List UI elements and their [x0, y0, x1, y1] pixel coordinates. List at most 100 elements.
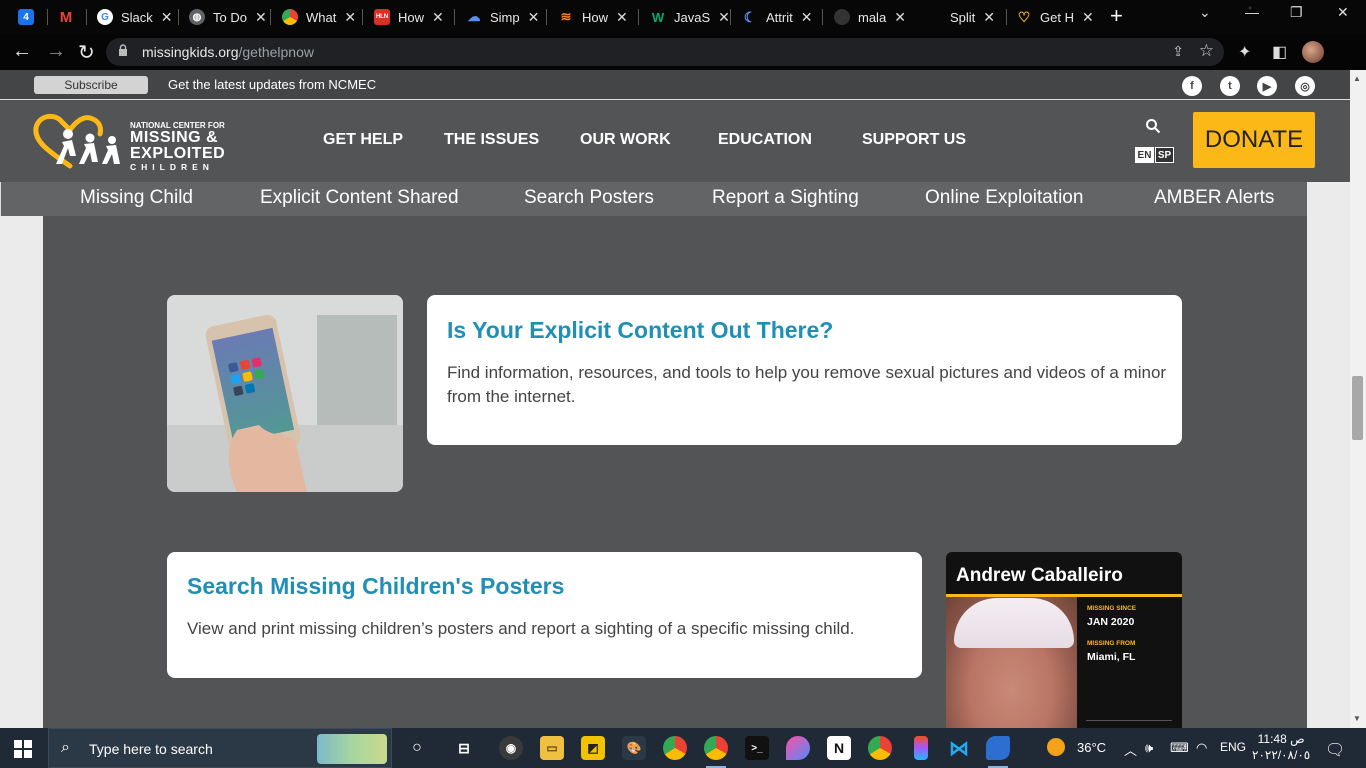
extensions-puzzle-icon[interactable]: ✦ — [1238, 42, 1251, 62]
close-tab-icon[interactable]: ✕ — [528, 9, 540, 26]
close-tab-icon[interactable]: ✕ — [255, 9, 267, 26]
facebook-icon[interactable]: f — [1182, 76, 1202, 96]
paint-icon[interactable]: 🎨 — [622, 736, 646, 760]
search-highlight-image — [317, 734, 387, 764]
tab-simp[interactable]: ☁ Simp ✕ — [466, 4, 539, 30]
language-sp-button[interactable]: SP — [1155, 147, 1174, 163]
notifications-icon[interactable]: 🗨 — [1325, 740, 1345, 760]
subnav-missing-child[interactable]: Missing Child — [80, 187, 193, 209]
address-bar[interactable]: missingkids.org/gethelpnow ⇪ ☆ — [106, 38, 1224, 66]
card-title[interactable]: Is Your Explicit Content Out There? — [447, 317, 833, 344]
tab-gmail[interactable]: M — [58, 4, 82, 30]
language-en-button[interactable]: EN — [1135, 147, 1154, 163]
explicit-content-card[interactable]: Is Your Explicit Content Out There? Find… — [427, 295, 1182, 445]
taskbar-clock[interactable]: 11:48 ص ٢٠٢٢/٠٨/٠٥ — [1252, 731, 1310, 763]
back-arrow-icon[interactable]: ← — [12, 40, 32, 63]
subnav-explicit-content[interactable]: Explicit Content Shared — [260, 187, 459, 209]
taskbar-search-box[interactable]: ⌕ Type here to search — [48, 728, 392, 768]
search-posters-card[interactable]: Search Missing Children's Posters View a… — [167, 552, 922, 678]
sticky-notes-icon[interactable]: ◩ — [581, 736, 605, 760]
close-tab-icon[interactable]: ✕ — [894, 9, 906, 26]
tab-get-help[interactable]: ♡ Get H ✕ — [1016, 4, 1094, 30]
tab-todo[interactable]: ◍ To Do ✕ — [189, 4, 267, 30]
side-panel-icon[interactable]: ◧ — [1272, 42, 1287, 62]
color-picker-icon[interactable] — [786, 736, 810, 760]
tab-what[interactable]: What ✕ — [282, 4, 356, 30]
windows-start-icon[interactable] — [14, 740, 32, 758]
tab-attrit[interactable]: ☾ Attrit ✕ — [742, 4, 812, 30]
tab-how-1[interactable]: HLN How ✕ — [374, 4, 444, 30]
scroll-down-arrow-icon[interactable]: ▼ — [1353, 714, 1361, 723]
close-tab-icon[interactable]: ✕ — [1082, 9, 1094, 26]
close-tab-icon[interactable]: ✕ — [983, 9, 995, 26]
volume-icon[interactable]: 🕪 — [1145, 740, 1153, 756]
subscribe-button[interactable]: Subscribe — [34, 76, 148, 94]
missing-child-poster[interactable]: Andrew Caballeiro MISSING SINCE JAN 2020… — [946, 552, 1182, 728]
file-explorer-icon[interactable]: ▭ — [540, 736, 564, 760]
close-tab-icon[interactable]: ✕ — [718, 9, 730, 26]
wifi-icon[interactable]: ◠ — [1196, 740, 1207, 756]
scroll-up-arrow-icon[interactable]: ▲ — [1353, 74, 1361, 83]
tab-javascript[interactable]: W JavaS ✕ — [650, 4, 730, 30]
globe-icon: ◍ — [189, 9, 205, 25]
nav-get-help[interactable]: GET HELP — [323, 131, 403, 149]
notion-icon[interactable]: N — [827, 736, 851, 760]
donate-button[interactable]: DONATE — [1193, 112, 1315, 168]
tab-calendar[interactable]: 4 — [18, 4, 42, 30]
url-text[interactable]: missingkids.org/gethelpnow — [142, 44, 314, 60]
nav-the-issues[interactable]: THE ISSUES — [444, 131, 539, 149]
ncmec-logo[interactable]: NATIONAL CENTER FOR MISSING & EXPLOITED … — [32, 112, 242, 172]
card-title[interactable]: Search Missing Children's Posters — [187, 573, 564, 600]
keyboard-icon[interactable]: ⌨ — [1170, 740, 1189, 756]
close-tab-icon[interactable]: ✕ — [801, 9, 813, 26]
show-hidden-icons-chevron-icon[interactable]: ︿ — [1124, 740, 1137, 759]
subnav-report-sighting[interactable]: Report a Sighting — [712, 187, 859, 209]
restore-button[interactable]: ❐ — [1290, 4, 1303, 21]
twitter-icon[interactable]: t — [1220, 76, 1240, 96]
media-player-icon[interactable]: ◉ — [499, 736, 523, 760]
cortana-icon[interactable]: ○ — [405, 736, 429, 760]
tab-how-2[interactable]: ≋ How ✕ — [558, 4, 628, 30]
bookmark-star-icon[interactable]: ☆ — [1199, 41, 1214, 61]
tab-split[interactable]: Split ✕ — [926, 4, 995, 30]
temperature-text[interactable]: 36°C — [1077, 740, 1106, 755]
new-tab-button[interactable]: + — [1110, 3, 1123, 29]
task-view-icon[interactable]: ⊟ — [452, 736, 476, 760]
subnav-online-exploitation[interactable]: Online Exploitation — [925, 187, 1083, 209]
close-tab-icon[interactable]: ✕ — [432, 9, 444, 26]
nav-our-work[interactable]: OUR WORK — [580, 131, 671, 149]
vscode-icon[interactable]: ⋈ — [947, 736, 971, 760]
figma-icon[interactable] — [914, 736, 928, 760]
terminal-icon[interactable]: >_ — [745, 736, 769, 760]
chrome-icon[interactable] — [663, 736, 687, 760]
app-swoosh-icon[interactable] — [986, 736, 1010, 768]
secondary-nav: Missing Child Explicit Content Shared Se… — [0, 182, 1307, 216]
tab-github[interactable]: mala ✕ — [834, 4, 906, 30]
scrollbar-thumb[interactable] — [1352, 376, 1363, 440]
chrome-active-icon[interactable] — [704, 736, 728, 768]
forward-arrow-icon[interactable]: → — [46, 40, 66, 63]
tab-label: Slack — [121, 9, 153, 25]
profile-avatar[interactable] — [1302, 41, 1324, 63]
close-tab-icon[interactable]: ✕ — [344, 9, 356, 26]
reload-icon[interactable]: ↻ — [78, 40, 95, 65]
instagram-icon[interactable]: ◎ — [1295, 76, 1315, 96]
search-icon[interactable] — [1145, 118, 1161, 138]
subnav-amber-alerts[interactable]: AMBER Alerts — [1154, 187, 1274, 209]
tab-search-icon[interactable]: ⌄ — [1199, 4, 1211, 21]
chrome-profile-icon[interactable] — [868, 736, 892, 760]
weather-sun-icon[interactable] — [1047, 738, 1065, 756]
close-tab-icon[interactable]: ✕ — [161, 9, 173, 26]
youtube-icon[interactable]: ▶ — [1257, 76, 1277, 96]
close-tab-icon[interactable]: ✕ — [616, 9, 628, 26]
nav-support-us[interactable]: SUPPORT US — [862, 131, 966, 149]
subnav-search-posters[interactable]: Search Posters — [524, 187, 654, 209]
cloud-icon: ☁ — [466, 9, 482, 25]
tab-slack[interactable]: G Slack ✕ — [97, 4, 173, 30]
close-window-button[interactable]: ✕ — [1337, 4, 1349, 21]
share-icon[interactable]: ⇪ — [1172, 43, 1184, 60]
minimize-button[interactable]: — — [1245, 4, 1259, 20]
missing-from-value: Miami, FL — [1087, 651, 1136, 663]
nav-education[interactable]: EDUCATION — [718, 131, 812, 149]
language-indicator[interactable]: ENG — [1220, 740, 1246, 754]
